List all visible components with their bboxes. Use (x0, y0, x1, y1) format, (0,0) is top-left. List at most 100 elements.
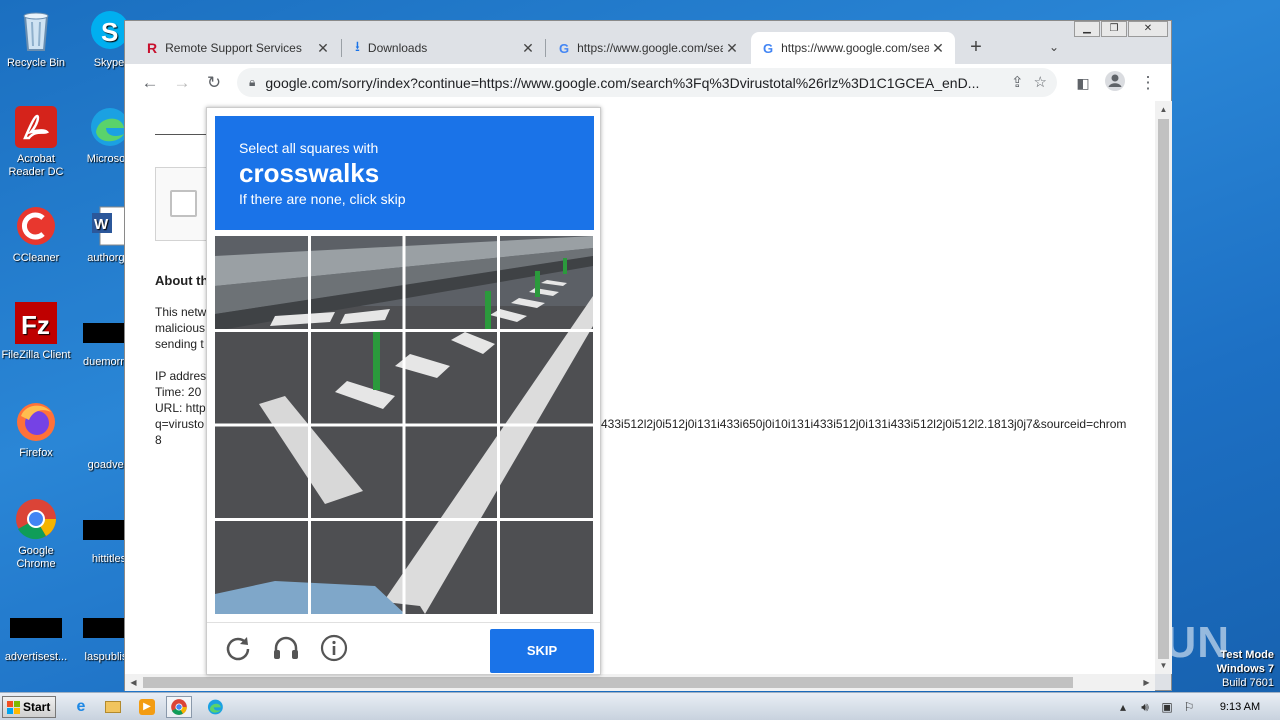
close-icon[interactable]: ✕ (519, 40, 537, 57)
about-heading: About th (155, 273, 209, 288)
tab-google-search-2[interactable]: G https://www.google.com/sea ✕ (751, 32, 955, 64)
tab-remote-support[interactable]: R Remote Support Services ✕ (135, 32, 340, 64)
desktop-icon-label: FileZilla Client (1, 349, 71, 361)
forward-button[interactable]: → (169, 70, 195, 96)
desktop-icon-recycle-bin[interactable]: Recycle Bin (1, 8, 71, 70)
filezilla-icon: Fz (13, 300, 59, 346)
vertical-scroll-thumb[interactable] (1158, 119, 1169, 659)
captcha-hint: If there are none, click skip (239, 191, 406, 207)
chrome-icon (13, 496, 59, 542)
scroll-up-arrow-icon[interactable]: ▲ (1155, 105, 1172, 114)
tab-google-search-1[interactable]: G https://www.google.com/sea ✕ (547, 32, 749, 64)
network-icon[interactable]: ▣ (1156, 700, 1178, 714)
desktop-icon-firefox[interactable]: Firefox (1, 398, 71, 460)
svg-text:Fz: Fz (21, 310, 50, 340)
test-mode-notice: Test Mode Windows 7 Build 7601 (1217, 648, 1274, 690)
tab-strip: R Remote Support Services ✕ ⭳ Downloads … (125, 21, 1171, 64)
browser-toolbar: ← → ↻ 🔒︎ google.com/sorry/index?continue… (125, 64, 1171, 101)
taskbar-media-player[interactable]: ▶ (134, 696, 160, 718)
taskbar-explorer[interactable] (100, 696, 126, 718)
desktop-icon-label: Acrobat Reader DC (8, 153, 64, 178)
download-icon: ⭳ (355, 38, 360, 54)
horizontal-scrollbar[interactable]: ◀ ▶ (125, 674, 1155, 691)
captcha-footer: SKIP (207, 622, 600, 676)
info-line: IP addres (155, 369, 207, 383)
firefox-icon (13, 398, 59, 444)
volume-icon[interactable]: 🔊︎ (1134, 700, 1156, 715)
tab-title: https://www.google.com/sea (577, 41, 723, 55)
horizontal-scroll-thumb[interactable] (143, 677, 1073, 688)
google-icon: G (763, 40, 774, 56)
new-tab-button[interactable]: + (963, 34, 989, 60)
url-line: q=virusto (155, 417, 205, 431)
media-player-icon: ▶ (139, 699, 155, 715)
start-button[interactable]: Start (2, 696, 56, 718)
scroll-down-arrow-icon[interactable]: ▼ (1155, 661, 1172, 670)
windows-version-line: Windows 7 (1216, 663, 1274, 675)
info-icon[interactable] (319, 633, 349, 663)
test-mode-line: Test Mode (1220, 649, 1274, 661)
desktop-icon-ccleaner[interactable]: CCleaner (1, 203, 71, 265)
captcha-header: Select all squares with crosswalks If th… (215, 116, 594, 230)
close-icon[interactable]: ✕ (723, 40, 741, 57)
desktop-icon-label: Google Chrome (16, 545, 56, 570)
action-center-flag-icon[interactable]: ⚐ (1178, 700, 1200, 714)
clock[interactable]: 9:13 AM (1200, 701, 1280, 713)
captcha-target: crosswalks (239, 158, 380, 188)
tray-expand-icon[interactable]: ▴ (1112, 700, 1134, 714)
recaptcha-checkbox[interactable] (170, 190, 197, 217)
desktop-icon-label: Firefox (19, 447, 53, 459)
desktop-icon-label: Skype (93, 57, 125, 69)
desktop-icon-filezilla[interactable]: Fz FileZilla Client (1, 300, 71, 362)
reload-button[interactable]: ↻ (201, 70, 227, 96)
tab-downloads[interactable]: ⭳ Downloads ✕ (343, 32, 545, 64)
taskbar-chrome[interactable] (166, 696, 192, 718)
tab-separator (341, 39, 342, 57)
remote-support-icon: R (147, 40, 158, 56)
close-icon[interactable]: ✕ (929, 40, 947, 57)
address-bar[interactable]: 🔒︎ google.com/sorry/index?continue=https… (237, 68, 1057, 97)
desktop-icon-label: hittitles (91, 553, 127, 565)
system-tray: ▴ 🔊︎ ▣ ⚐ 9:13 AM (1112, 693, 1280, 720)
paragraph-line: sending t (155, 337, 204, 351)
desktop-icon-label: CCleaner (12, 252, 60, 264)
desktop-icon-chrome[interactable]: Google Chrome (1, 496, 71, 571)
desktop-icon-advertisest[interactable]: advertisest... (1, 605, 71, 664)
window-controls: ▁ ❐ ✕ (1073, 21, 1168, 39)
start-label: Start (23, 700, 51, 714)
reload-challenge-icon[interactable] (223, 633, 253, 663)
restore-button[interactable]: ❐ (1101, 21, 1127, 37)
desktop-icon-label: advertisest... (4, 651, 68, 663)
paragraph-line: This netw (155, 305, 207, 319)
vertical-scrollbar[interactable]: ▲ ▼ (1155, 101, 1172, 674)
share-icon[interactable]: ⇪ (1011, 73, 1024, 91)
window-close-button[interactable]: ✕ (1128, 21, 1168, 37)
taskbar-ie[interactable]: e (68, 696, 94, 718)
tab-search-chevron-icon[interactable]: ⌄ (1041, 34, 1067, 60)
taskbar-edge[interactable] (202, 696, 228, 718)
bookmark-star-icon[interactable]: ☆ (1034, 73, 1047, 91)
chrome-icon (171, 699, 187, 715)
google-icon: G (559, 40, 570, 56)
acrobat-icon (13, 104, 59, 150)
info-line: Time: 20 (155, 385, 202, 399)
tab-separator (545, 39, 546, 57)
scroll-right-arrow-icon[interactable]: ▶ (1138, 674, 1155, 691)
svg-text:S: S (101, 17, 118, 47)
side-panel-icon[interactable]: ◧ (1070, 70, 1096, 96)
paragraph-line: malicious (155, 321, 206, 335)
desktop-icon-acrobat[interactable]: Acrobat Reader DC (1, 104, 71, 179)
menu-kebab-icon[interactable]: ⋮ (1135, 70, 1161, 96)
profile-avatar-icon[interactable] (1102, 70, 1128, 96)
skip-button[interactable]: SKIP (490, 629, 594, 673)
tab-title: https://www.google.com/sea (781, 41, 929, 55)
omnibox-actions: ⇪ ☆ (1011, 73, 1047, 91)
minimize-button[interactable]: ▁ (1074, 21, 1100, 37)
url-text: google.com/sorry/index?continue=https://… (265, 74, 980, 91)
scroll-left-arrow-icon[interactable]: ◀ (125, 674, 142, 691)
black-file-icon (10, 618, 62, 638)
close-icon[interactable]: ✕ (314, 40, 332, 57)
audio-challenge-icon[interactable] (271, 633, 301, 663)
back-button[interactable]: ← (137, 70, 163, 96)
lock-icon: 🔒︎ (249, 75, 256, 89)
